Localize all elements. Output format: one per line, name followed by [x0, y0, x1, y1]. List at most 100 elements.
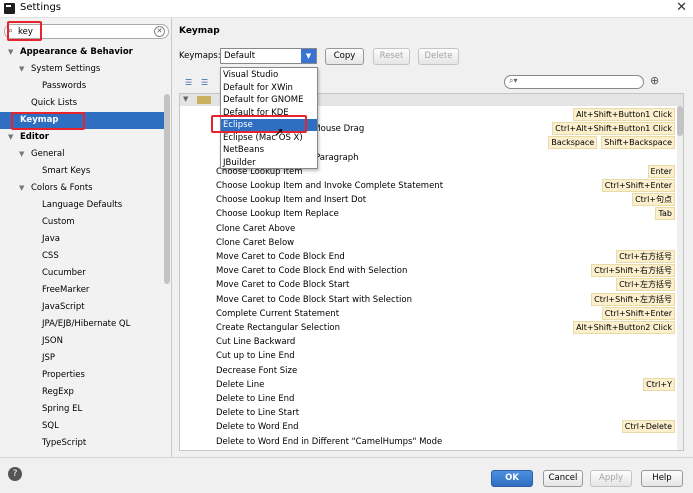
table-row[interactable]: Decrease Font Size [180, 364, 675, 378]
sidebar-item[interactable]: ▼ General [0, 146, 164, 163]
expand-arrow-icon[interactable]: ▼ [183, 95, 188, 103]
action-filter-field[interactable]: ⌕▾ [504, 75, 644, 89]
dropdown-option[interactable]: Eclipse [221, 119, 317, 132]
sidebar-item[interactable]: Properties [0, 367, 164, 384]
delete-button[interactable]: Delete [418, 48, 459, 65]
sidebar-item[interactable]: FreeMarker [0, 282, 164, 299]
dropdown-option[interactable]: Visual Studio [221, 69, 317, 81]
copy-button[interactable]: Copy [325, 48, 364, 65]
dropdown-option[interactable]: Eclipse (Mac OS X) [221, 132, 317, 144]
find-shortcut-icon[interactable]: ⊕ [650, 74, 659, 87]
close-icon[interactable]: ✕ [676, 0, 687, 15]
sidebar-item[interactable]: SQL [0, 418, 164, 435]
sidebar-item-label: Java [42, 234, 60, 244]
shortcut-badge: Tab [655, 207, 675, 221]
expand-arrow-icon[interactable]: ▼ [19, 180, 24, 197]
table-row[interactable]: Move Caret to Code Block End with Select… [180, 264, 675, 278]
chevron-down-icon[interactable]: ▼ [301, 49, 316, 63]
table-row[interactable]: Delete to Line Start [180, 406, 675, 420]
sidebar-item[interactable]: JPA/EJB/Hibernate QL [0, 316, 164, 333]
table-row[interactable]: Delete to Line End [180, 392, 675, 406]
shortcut-cell: Ctrl+Alt+Shift+Button1 Click [548, 122, 675, 136]
ok-button[interactable]: OK [491, 470, 533, 487]
table-row[interactable]: Choose Lookup Item and Insert Dot Ctrl+句点 [180, 193, 675, 207]
sidebar-item-label: Language Defaults [42, 200, 123, 210]
shortcut-badge: Ctrl+句点 [632, 193, 675, 207]
table-row[interactable]: Choose Lookup Item and Invoke Complete S… [180, 179, 675, 193]
settings-search-input[interactable] [18, 26, 143, 37]
sidebar-scrollbar[interactable] [164, 94, 170, 284]
sidebar-item[interactable]: ▼ Appearance & Behavior [0, 44, 164, 61]
action-name: Move Caret to Code Block Start with Sele… [216, 294, 412, 305]
table-row[interactable]: Move Caret to Code Block Start Ctrl+左方括号 [180, 278, 675, 292]
table-row[interactable]: Clone Caret Above [180, 222, 675, 236]
sidebar-item-label: JSON [42, 336, 63, 346]
table-row[interactable]: Delete to Word End Ctrl+Delete [180, 420, 675, 434]
sidebar-item-label: Smart Keys [42, 166, 91, 176]
sidebar-item-label: Cucumber [42, 268, 86, 278]
table-row[interactable]: Choose Lookup Item Replace Tab [180, 207, 675, 221]
settings-search-box[interactable]: ⌕ ✕ [4, 24, 169, 39]
sidebar-item[interactable]: ▼ Colors & Fonts [0, 180, 164, 197]
sidebar-item[interactable]: JSP [0, 350, 164, 367]
page-title: Keymap [179, 26, 220, 36]
sidebar-item[interactable]: CSS [0, 248, 164, 265]
table-row[interactable]: Cut Line Backward [180, 335, 675, 349]
expand-all-icon[interactable]: ☰ [185, 78, 194, 87]
action-name: Create Rectangular Selection [216, 323, 341, 333]
reset-button[interactable]: Reset [373, 48, 410, 65]
sidebar-item[interactable]: Cucumber [0, 265, 164, 282]
table-scrollbar[interactable] [677, 106, 683, 450]
expand-arrow-icon[interactable]: ▼ [19, 146, 24, 163]
sidebar-item-label: Passwords [42, 81, 87, 91]
cancel-button[interactable]: Cancel [543, 470, 583, 487]
action-name: Move Caret to Code Block Start [216, 280, 350, 291]
expand-arrow-icon[interactable]: ▼ [8, 129, 13, 146]
table-row[interactable]: Create Rectangular Selection Alt+Shift+Bu… [180, 321, 675, 335]
table-row[interactable]: Delete Line Ctrl+Y [180, 377, 675, 392]
sidebar-item[interactable]: Smart Keys [0, 163, 164, 180]
expand-arrow-icon[interactable]: ▼ [19, 61, 24, 78]
search-icon: ⌕ [8, 26, 14, 36]
sidebar-item[interactable]: ▼ System Settings [0, 61, 164, 78]
sidebar-item[interactable]: TypeScript [0, 435, 164, 452]
apply-button[interactable]: Apply [590, 470, 632, 487]
expand-arrow-icon[interactable]: ▼ [8, 44, 13, 61]
sidebar-item[interactable]: RegExp [0, 384, 164, 401]
dropdown-option[interactable]: Default for KDE [221, 107, 317, 119]
action-name: Choose Lookup Item and Insert Dot [216, 195, 367, 206]
sidebar-item-label: Keymap [20, 115, 59, 125]
sidebar-item[interactable]: Quick Lists [0, 95, 164, 112]
shortcut-badge: Enter [647, 164, 675, 178]
collapse-all-icon[interactable]: ☰ [201, 78, 210, 87]
dropdown-option[interactable]: NetBeans [221, 144, 317, 156]
sidebar-item[interactable]: Passwords [0, 78, 164, 95]
sidebar-item-label: FreeMarker [42, 285, 90, 295]
title-bar: Settings ✕ [0, 0, 693, 18]
sidebar-item[interactable]: ▼ Editor [0, 129, 164, 146]
sidebar-item[interactable]: Custom [0, 214, 164, 231]
sidebar-item[interactable]: Language Defaults [0, 197, 164, 214]
table-row[interactable]: Clone Caret Below [180, 236, 675, 250]
sidebar-item[interactable]: Java [0, 231, 164, 248]
help-question-icon[interactable]: ? [8, 467, 22, 481]
sidebar-item-label: Spring EL [42, 404, 83, 414]
table-row[interactable]: Move Caret to Code Block End Ctrl+右方括号 [180, 250, 675, 264]
table-row[interactable]: Complete Current Statement Ctrl+Shift+Ent… [180, 306, 675, 321]
dropdown-option[interactable]: Default for XWin [221, 82, 317, 94]
dropdown-option[interactable]: JBuilder [221, 157, 317, 169]
sidebar-item[interactable]: JavaScript [0, 299, 164, 316]
help-button[interactable]: Help [641, 470, 683, 487]
sidebar-item[interactable]: Spring EL [0, 401, 164, 418]
sidebar-item-label: TypeScript [42, 438, 87, 448]
table-row[interactable]: Cut up to Line End [180, 349, 675, 363]
clear-search-icon[interactable]: ✕ [154, 26, 165, 37]
table-row[interactable]: Move Caret to Code Block Start with Sele… [180, 292, 675, 307]
table-row[interactable]: Delete to Word End in Different "CamelHu… [180, 435, 675, 449]
mouse-pointer-icon: ➚ [274, 125, 285, 139]
keymap-select[interactable]: Default ▼ [220, 48, 317, 64]
sidebar-item[interactable]: JSON [0, 333, 164, 350]
sidebar-item-label: CSS [42, 251, 59, 261]
sidebar-item[interactable]: Keymap [0, 112, 164, 129]
dropdown-option[interactable]: Default for GNOME [221, 94, 317, 106]
